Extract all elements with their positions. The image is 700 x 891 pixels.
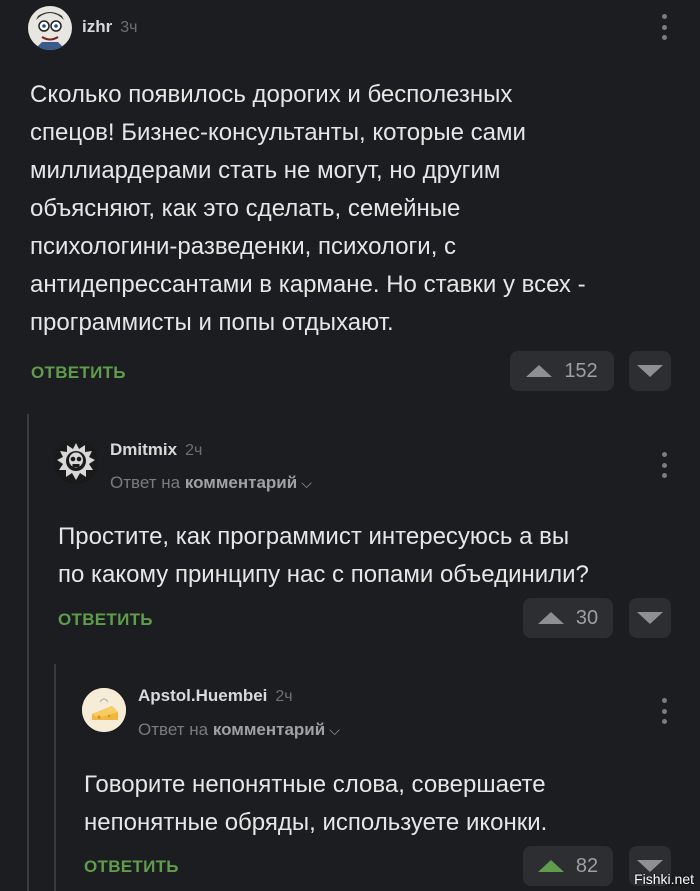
upvote-icon xyxy=(526,365,553,377)
upvote-icon xyxy=(537,860,564,872)
reply-to-target[interactable]: комментарий xyxy=(185,473,297,492)
reply-to-prefix: Ответ на xyxy=(110,473,181,492)
upvote-button[interactable]: 30 xyxy=(523,598,613,638)
more-options-icon[interactable] xyxy=(661,698,667,724)
reply-to-link[interactable]: Ответ на комментарий ⌵ xyxy=(110,473,312,493)
comment-time: 3ч xyxy=(120,19,138,36)
downvote-button[interactable] xyxy=(629,351,671,391)
skull-gear-icon xyxy=(54,440,98,484)
username[interactable]: Dmitmix 2ч xyxy=(110,440,202,460)
more-options-icon[interactable] xyxy=(661,452,667,478)
comment-3: Apstol.Huembei 2ч Ответ на комментарий ⌵ Г… xyxy=(0,668,700,891)
comment-time: 2ч xyxy=(185,442,203,459)
cheese-icon xyxy=(82,688,126,732)
username[interactable]: izhr 3ч xyxy=(82,17,137,37)
comment-time: 2ч xyxy=(275,688,293,705)
rating-count: 152 xyxy=(564,359,598,382)
comment-text: Сколько появилось дорогих и бесполезных … xyxy=(30,81,586,336)
downvote-button[interactable] xyxy=(629,598,671,638)
chevron-down-icon[interactable]: ⌵ xyxy=(301,475,312,492)
comment-2: Dmitmix 2ч Ответ на комментарий ⌵ Простите… xyxy=(0,420,700,660)
user-avatar-dmitmix[interactable] xyxy=(54,440,98,484)
rating-count: 82 xyxy=(575,854,599,877)
comment-text: Говорите непонятные слова, совершаете не… xyxy=(84,771,548,836)
reply-to-prefix: Ответ на xyxy=(138,720,209,739)
more-options-icon[interactable] xyxy=(661,14,667,40)
rating-count: 30 xyxy=(575,606,599,629)
user-avatar-izhr[interactable] xyxy=(28,6,72,50)
upvote-button[interactable]: 82 xyxy=(523,846,613,886)
cartoon-face-icon xyxy=(28,6,72,50)
reply-to-link[interactable]: Ответ на комментарий ⌵ xyxy=(138,720,340,740)
upvote-button[interactable]: 152 xyxy=(510,351,614,391)
comment-1: izhr 3ч Сколько появилось дорогих и беспо… xyxy=(0,0,700,400)
comment-text: Простите, как программист интересуюсь а … xyxy=(58,523,589,588)
downvote-icon xyxy=(637,365,663,377)
downvote-icon xyxy=(637,612,663,624)
username-text[interactable]: Dmitmix xyxy=(110,440,177,459)
username-text[interactable]: izhr xyxy=(82,17,112,36)
reply-button[interactable]: ОТВЕТИТЬ xyxy=(84,857,179,877)
reply-to-target[interactable]: комментарий xyxy=(213,720,325,739)
username[interactable]: Apstol.Huembei 2ч xyxy=(138,686,293,706)
user-avatar-apstol[interactable] xyxy=(82,688,126,732)
chevron-down-icon[interactable]: ⌵ xyxy=(329,722,340,739)
upvote-icon xyxy=(537,612,564,624)
reply-button[interactable]: ОТВЕТИТЬ xyxy=(31,363,126,383)
username-text[interactable]: Apstol.Huembei xyxy=(138,686,267,705)
reply-button[interactable]: ОТВЕТИТЬ xyxy=(58,610,153,630)
watermark: Fishki.net xyxy=(634,871,694,887)
